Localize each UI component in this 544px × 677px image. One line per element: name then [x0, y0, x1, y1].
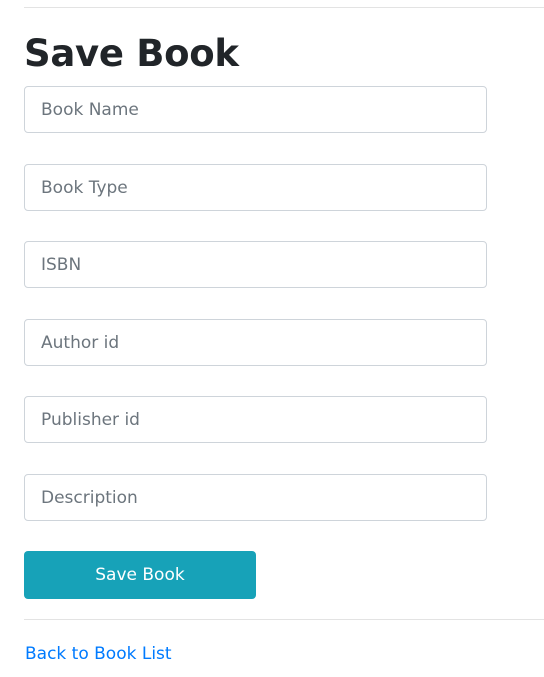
- bottom-divider: [24, 619, 544, 620]
- publisher-id-input[interactable]: [24, 396, 487, 443]
- isbn-input[interactable]: [24, 241, 487, 288]
- book-type-input[interactable]: [24, 164, 487, 211]
- book-name-input[interactable]: [24, 86, 487, 133]
- author-id-input[interactable]: [24, 319, 487, 366]
- top-divider: [24, 7, 544, 8]
- save-book-button[interactable]: Save Book: [24, 551, 256, 599]
- page-title: Save Book: [24, 32, 239, 75]
- description-input[interactable]: [24, 474, 487, 521]
- back-to-book-list-link[interactable]: Back to Book List: [25, 644, 172, 664]
